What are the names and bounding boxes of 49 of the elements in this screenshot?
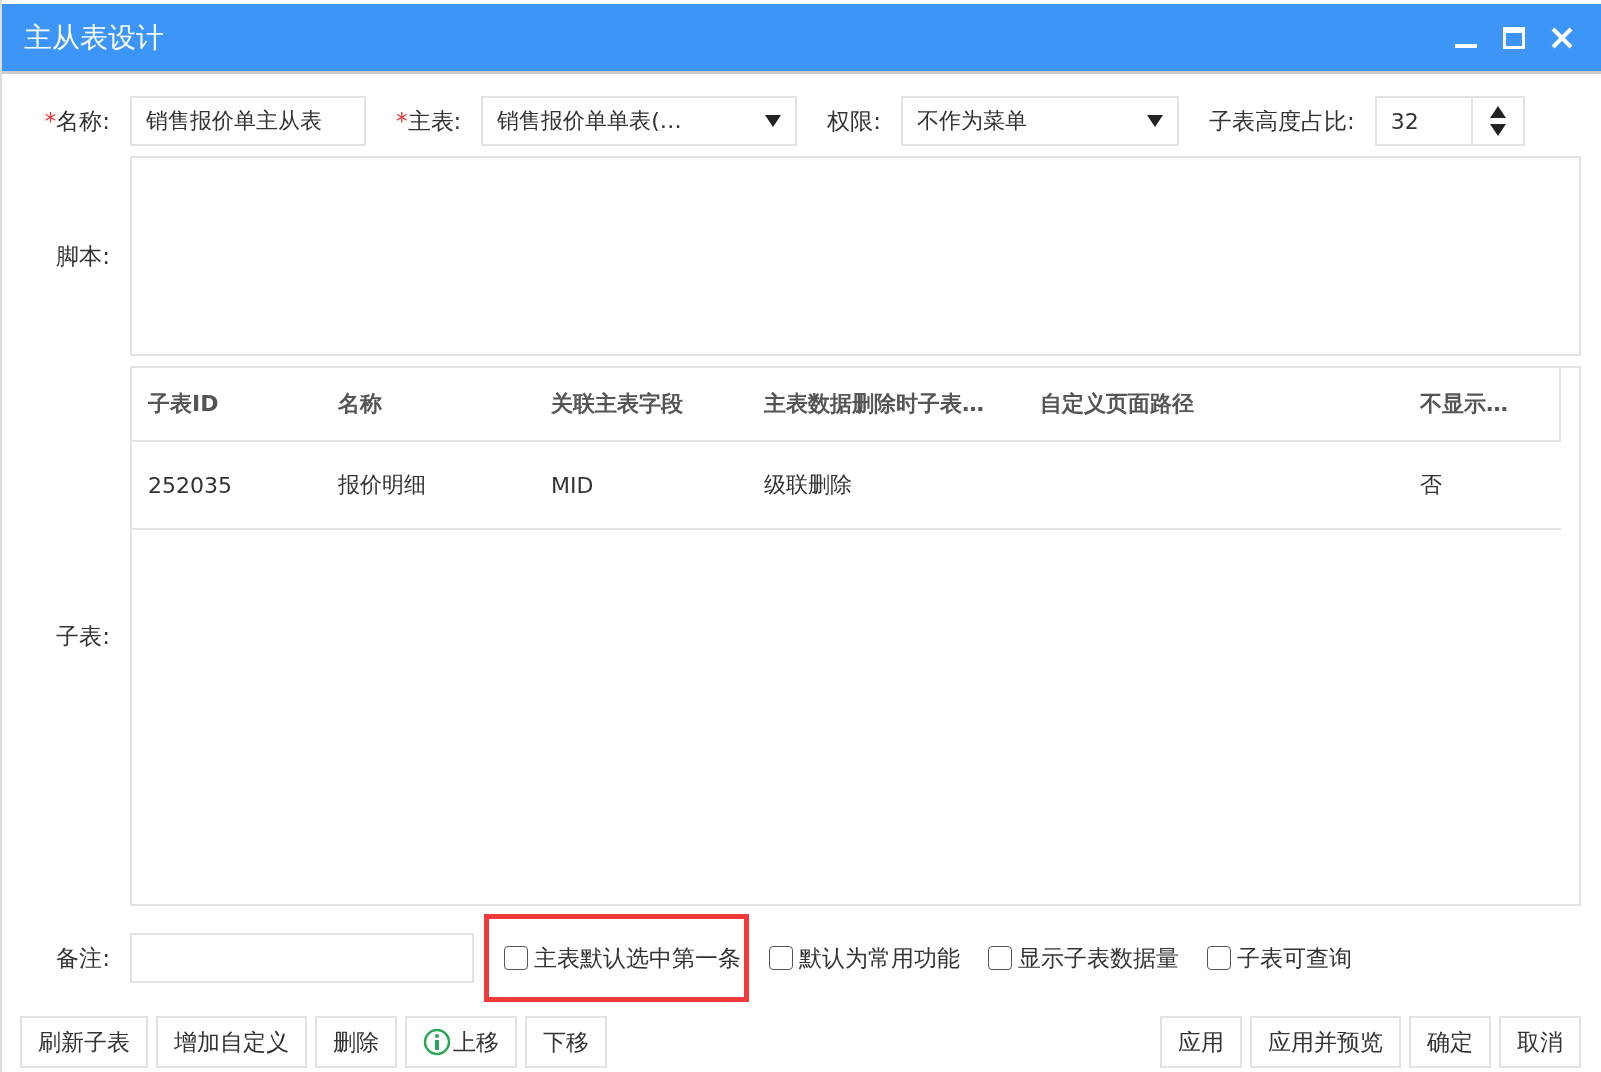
checkbox[interactable] <box>988 946 1012 970</box>
field-label: *名称: <box>43 106 111 136</box>
checkbox-label: 显示子表数据量 <box>1018 943 1179 973</box>
name-input-field[interactable]: 销售报价单主从表 <box>130 96 366 146</box>
field-label: *主表: <box>396 106 462 136</box>
checkbox[interactable] <box>769 946 793 970</box>
column-header[interactable]: 自定义页面路径 <box>1024 389 1404 419</box>
permission-dropdown[interactable]: 不作为菜单 <box>901 96 1179 146</box>
column-header[interactable]: 名称 <box>322 389 535 419</box>
up-arrow-icon[interactable] <box>1489 106 1506 118</box>
column-header[interactable]: 关联主表字段 <box>535 389 748 419</box>
master-table-dropdown[interactable]: 销售报价单单表(… <box>481 96 798 146</box>
field-label: 备注: <box>55 943 111 973</box>
close-icon <box>1551 26 1573 49</box>
dialog-button[interactable]: 应用并预览 <box>1250 1016 1401 1068</box>
checkbox-label: 主表默认选中第一条 <box>534 943 741 973</box>
dialog-button[interactable]: 取消 <box>1499 1016 1581 1068</box>
minimize-icon <box>1455 43 1477 48</box>
maximize-icon <box>1503 26 1525 49</box>
field-label: 脚本: <box>55 241 111 271</box>
number-spinner-field[interactable]: 32 <box>1374 96 1525 146</box>
toolbar-button[interactable]: 增加自定义 <box>156 1016 307 1068</box>
toolbar-button[interactable]: 下移 <box>525 1016 607 1068</box>
column-header[interactable]: 主表数据删除时子表… <box>748 389 1024 419</box>
toolbar-button[interactable]: 上移 <box>405 1016 517 1068</box>
field-label: 子表高度占比: <box>1209 106 1355 136</box>
field-label: 权限: <box>827 106 881 136</box>
checkbox[interactable] <box>504 946 528 970</box>
table-cell-text: 级联删除 <box>763 471 853 499</box>
toolbar-button[interactable]: 刷新子表 <box>20 1016 148 1068</box>
dropdown-caret-icon <box>765 115 782 127</box>
table-cell-text: MID <box>550 472 595 498</box>
checkbox-label: 子表可查询 <box>1237 943 1352 973</box>
dialog-button[interactable]: 确定 <box>1409 1016 1491 1068</box>
column-header[interactable]: 不显示… <box>1404 389 1559 419</box>
dropdown-caret-icon <box>1147 115 1163 127</box>
column-header[interactable]: 子表ID <box>132 389 322 419</box>
dropdown-caret-icon <box>1489 124 1506 136</box>
dialog-button[interactable]: 应用 <box>1160 1016 1242 1068</box>
checkbox-label: 默认为常用功能 <box>799 943 960 973</box>
toolbar-button[interactable]: 删除 <box>315 1016 397 1068</box>
info-icon <box>423 1028 451 1056</box>
field-label: 子表: <box>55 621 111 651</box>
table-cell-text: 报价明细 <box>337 471 427 499</box>
window-title: 主从表设计 <box>24 19 165 56</box>
table-cell-text: 否 <box>1419 471 1443 499</box>
note-input-field[interactable] <box>130 933 474 983</box>
table-cell-text: 252035 <box>147 472 233 498</box>
checkbox[interactable] <box>1207 946 1231 970</box>
